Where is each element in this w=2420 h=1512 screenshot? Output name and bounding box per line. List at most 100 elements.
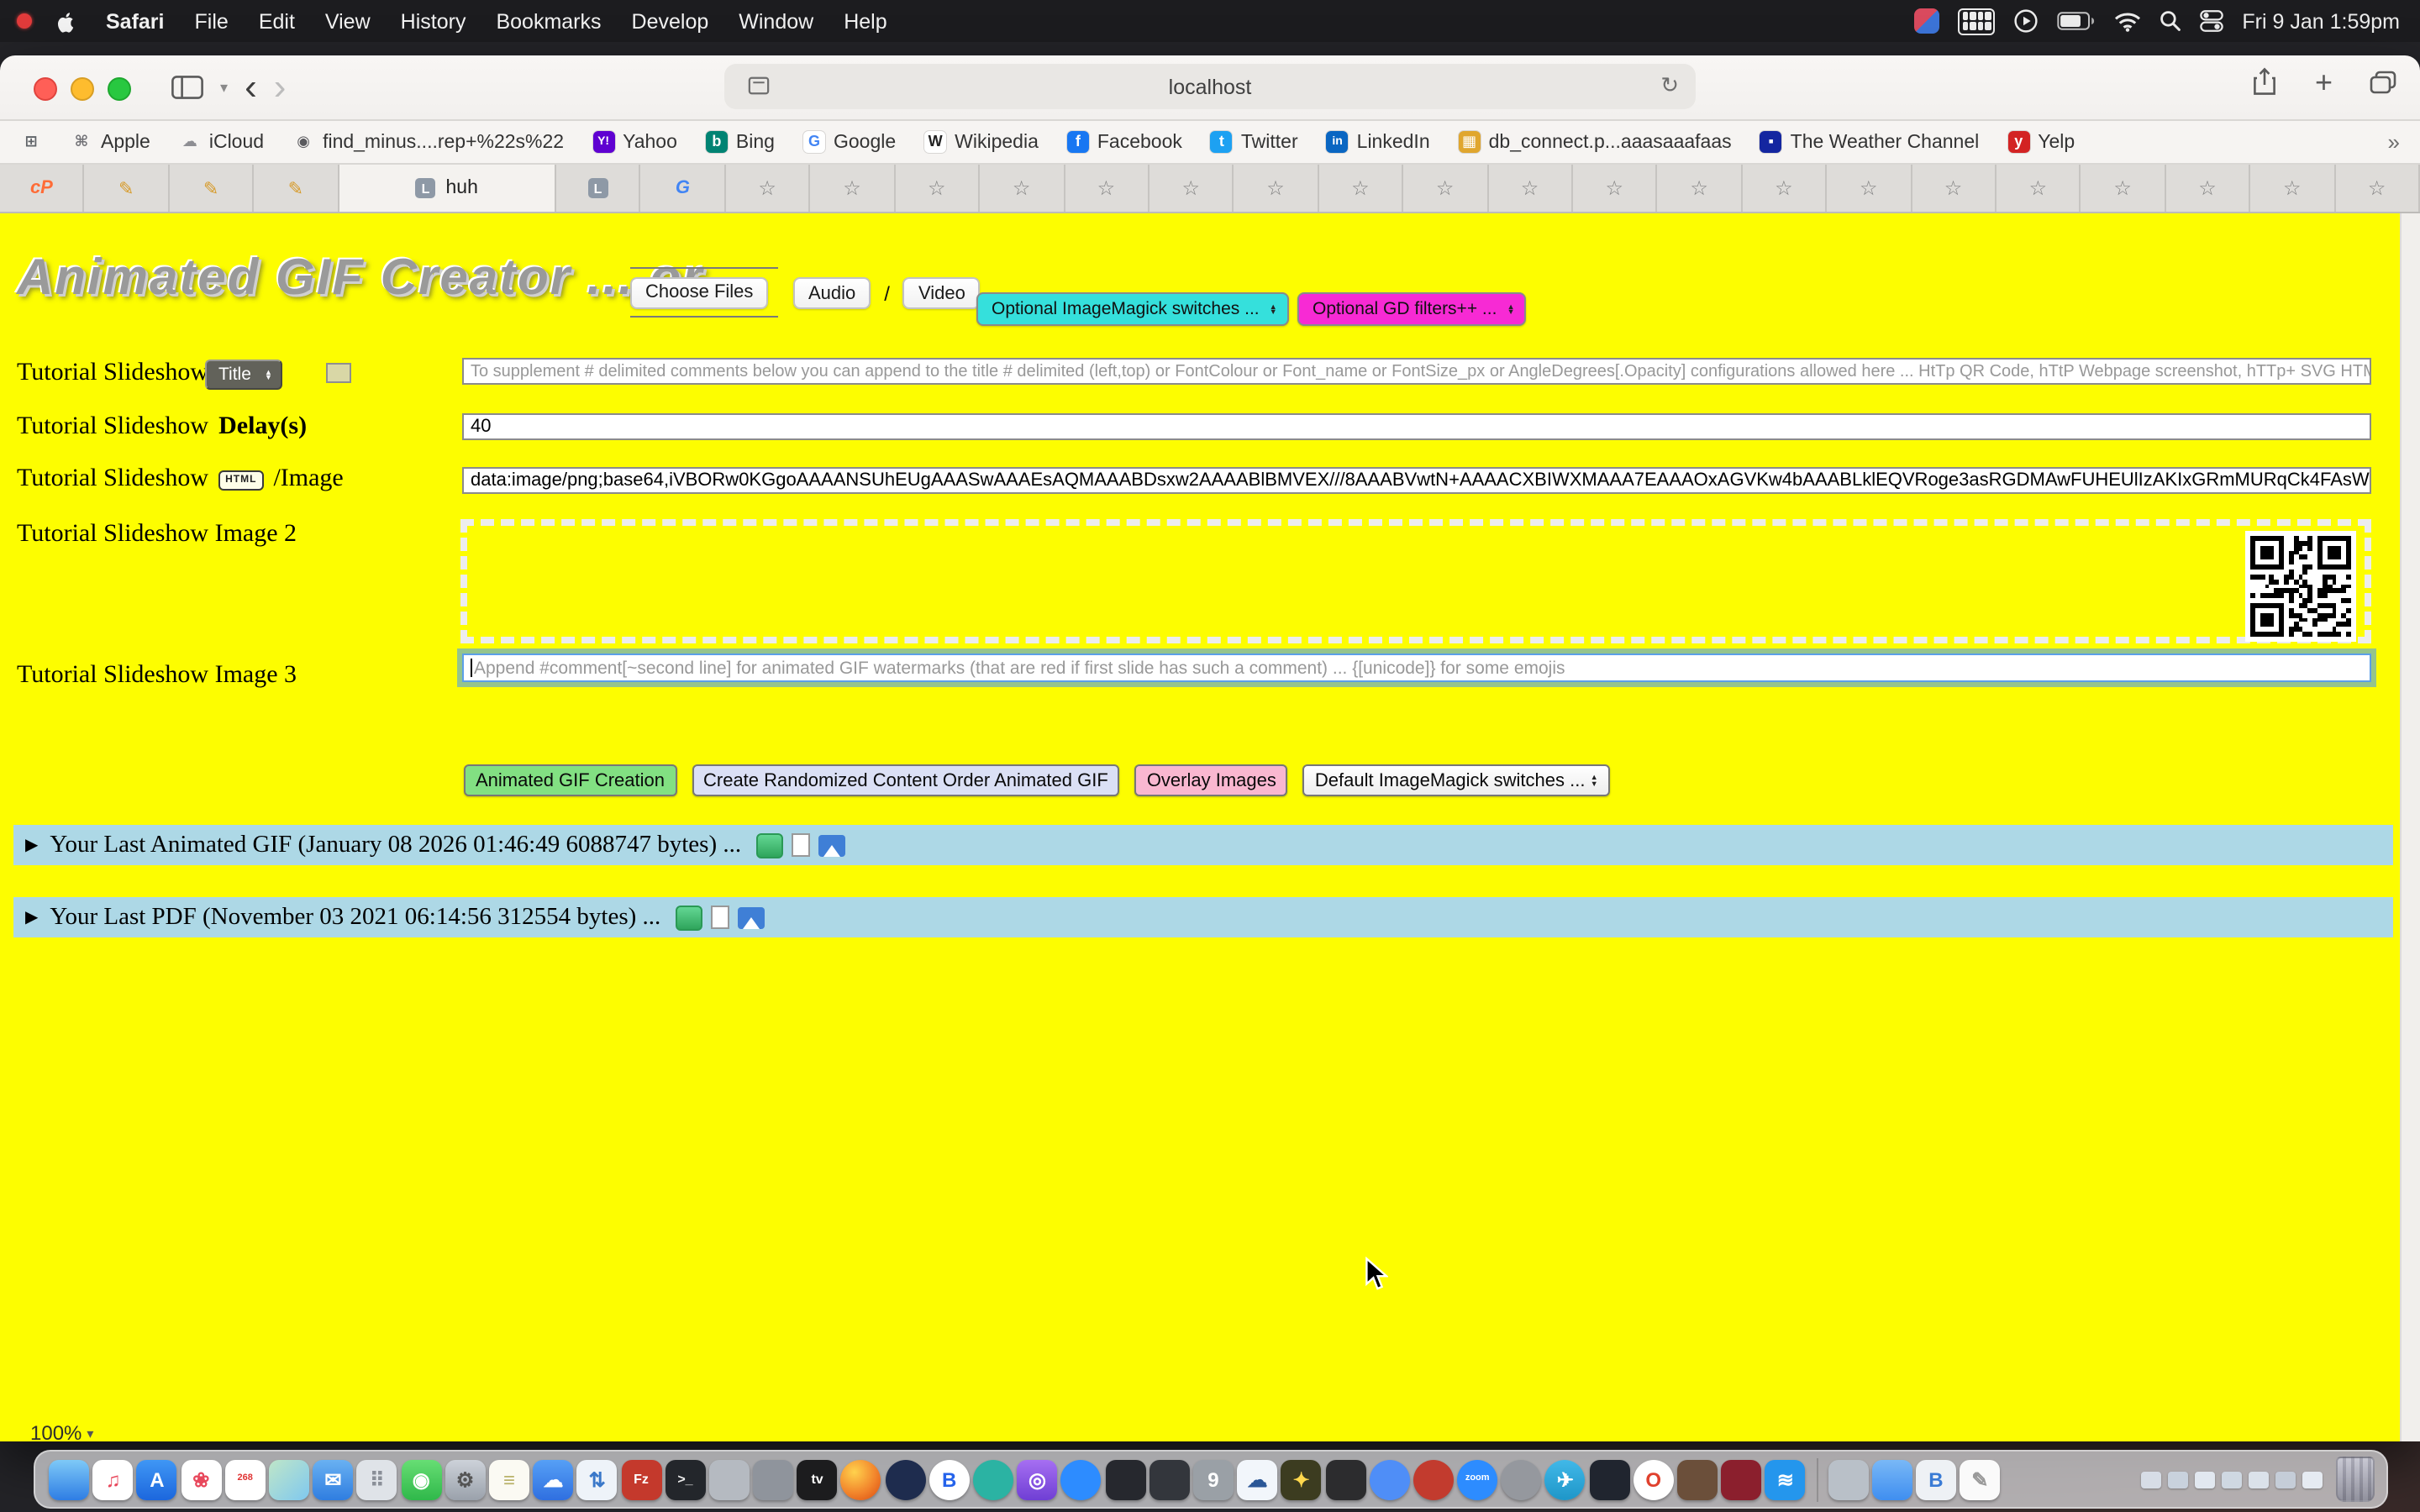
dock-dark-navy-app-icon[interactable] xyxy=(1589,1459,1629,1499)
default-imagemagick-select[interactable]: Default ImageMagick switches ... ▲▼ xyxy=(1303,764,1610,796)
favorite-apple[interactable]: ⌘Apple xyxy=(71,131,150,153)
dock-github-icon[interactable] xyxy=(709,1459,750,1499)
page-format-icon[interactable] xyxy=(748,76,770,96)
menu-item-view[interactable]: View xyxy=(310,9,386,33)
dock-dark-app-3-icon[interactable] xyxy=(1325,1459,1365,1499)
dock-switcher-icon[interactable] xyxy=(1828,1459,1868,1499)
favorite-favorites-grid[interactable]: ⊞ xyxy=(20,131,42,153)
dock-red-circle-app-icon[interactable] xyxy=(1413,1459,1454,1499)
imagemagick-switches-select[interactable]: Optional ImageMagick switches ... ▲▼ xyxy=(976,292,1289,326)
tab-bookmark[interactable]: ☆ xyxy=(1234,165,1319,212)
dock-navy-app-icon[interactable] xyxy=(885,1459,925,1499)
close-window-button[interactable] xyxy=(34,77,57,101)
menu-item-help[interactable]: Help xyxy=(829,9,902,33)
tab-bookmark[interactable]: ☆ xyxy=(1743,165,1828,212)
favorite-twitter[interactable]: tTwitter xyxy=(1211,131,1298,153)
document-icon[interactable] xyxy=(792,833,810,857)
dock-music-icon[interactable]: ♫ xyxy=(93,1459,134,1499)
dock-telegram-icon[interactable]: ✈ xyxy=(1545,1459,1586,1499)
favorite-yahoo[interactable]: Y!Yahoo xyxy=(592,131,677,153)
tab-bookmark[interactable]: ☆ xyxy=(1912,165,1996,212)
image2-dropzone[interactable] xyxy=(460,519,2371,643)
favorite-facebook[interactable]: fFacebook xyxy=(1067,131,1182,153)
tab-bookmark[interactable]: ☆ xyxy=(1827,165,1912,212)
tab-bookmark[interactable]: ☆ xyxy=(2081,165,2166,212)
menubar-app-icon[interactable] xyxy=(1914,8,1939,34)
dock-photos-icon[interactable]: ❀ xyxy=(181,1459,221,1499)
image3-input[interactable]: Append #comment[~second line] for animat… xyxy=(462,654,2371,682)
data-url-input[interactable]: data:image/png;base64,iVBORw0KGgoAAAANSU… xyxy=(462,467,2371,494)
dock-mail-icon[interactable]: ✉ xyxy=(313,1459,353,1499)
dock-blue-circle-app-icon[interactable] xyxy=(1061,1459,1102,1499)
dock-onedrive-icon[interactable]: ☁ xyxy=(1237,1459,1277,1499)
dock-opera-icon[interactable]: O xyxy=(1634,1459,1674,1499)
tab-bookmark[interactable]: ☆ xyxy=(2335,165,2420,212)
menu-item-history[interactable]: History xyxy=(386,9,481,33)
now-playing-icon[interactable] xyxy=(2013,8,2039,34)
html-badge[interactable]: HTML xyxy=(218,470,263,490)
dock-docker-icon[interactable]: ≋ xyxy=(1765,1459,1806,1499)
menu-item-window[interactable]: Window xyxy=(723,9,829,33)
video-button[interactable]: Video xyxy=(903,277,981,309)
dock-teal-app-icon[interactable] xyxy=(973,1459,1013,1499)
tab-bookmark[interactable]: ☆ xyxy=(811,165,896,212)
choose-files-button[interactable]: Choose Files xyxy=(630,276,768,308)
dock-maps-icon[interactable] xyxy=(269,1459,309,1499)
active-app-name[interactable]: Safari xyxy=(91,9,180,33)
audio-button[interactable]: Audio xyxy=(793,277,871,309)
favorite-db-connect[interactable]: ▦db_connect.p...aaasaaafaas xyxy=(1459,131,1732,153)
favorite-linkedin[interactable]: inLinkedIn xyxy=(1327,131,1430,153)
tab-bookmark[interactable]: ☆ xyxy=(2250,165,2335,212)
tab-bookmark[interactable]: ☆ xyxy=(1658,165,1743,212)
minimized-window-icon[interactable] xyxy=(2195,1471,2215,1488)
dock-gray-circle-app-icon[interactable] xyxy=(1502,1459,1542,1499)
dock-podcasts-icon[interactable]: ◎ xyxy=(1017,1459,1057,1499)
dock-launchpad-icon[interactable]: ⠿ xyxy=(357,1459,397,1499)
title-extra-box[interactable] xyxy=(326,363,351,383)
favorite-bing[interactable]: bBing xyxy=(706,131,775,153)
wifi-icon[interactable] xyxy=(2114,11,2141,31)
dock-downloads-folder-icon[interactable] xyxy=(1872,1459,1912,1499)
tab-huh[interactable]: Lhuh xyxy=(339,165,556,212)
favorite-weather-channel[interactable]: ▪The Weather Channel xyxy=(1760,131,1980,153)
forward-button[interactable]: › xyxy=(274,71,287,104)
overlay-images-button[interactable]: Overlay Images xyxy=(1135,764,1288,796)
gif-preview-icon[interactable] xyxy=(676,905,702,930)
tab-bookmark[interactable]: ☆ xyxy=(726,165,811,212)
dock-calendar-icon[interactable]: 268 xyxy=(225,1459,266,1499)
dock-notes-icon[interactable]: ≡ xyxy=(489,1459,529,1499)
dock-app-store-icon[interactable]: A xyxy=(137,1459,177,1499)
minimized-window-icon[interactable] xyxy=(2222,1471,2242,1488)
tab-bookmark[interactable]: ☆ xyxy=(1065,165,1150,212)
dock-finder-icon[interactable] xyxy=(49,1459,89,1499)
document-icon[interactable] xyxy=(711,906,729,929)
menu-item-bookmarks[interactable]: Bookmarks xyxy=(481,9,616,33)
minimize-window-button[interactable] xyxy=(71,77,94,101)
dock-transmit-icon[interactable]: ⇅ xyxy=(577,1459,618,1499)
dock-blue-app-icon[interactable] xyxy=(1369,1459,1409,1499)
tab-bookmark[interactable]: ☆ xyxy=(1150,165,1234,212)
dock-weather-icon[interactable]: ☁ xyxy=(533,1459,573,1499)
menu-bar-clock[interactable]: Fri 9 Jan 1:59pm xyxy=(2242,9,2400,33)
tab-icon[interactable]: G xyxy=(641,165,726,212)
dock-facetime-icon[interactable]: ◉ xyxy=(401,1459,441,1499)
dock-apple-tv-icon[interactable]: tv xyxy=(797,1459,838,1499)
tab-icon[interactable]: ✎ xyxy=(254,165,339,212)
menu-item-develop[interactable]: Develop xyxy=(617,9,724,33)
tab-bookmark[interactable]: ☆ xyxy=(1318,165,1403,212)
minimized-window-icon[interactable] xyxy=(2249,1471,2269,1488)
favorites-overflow-chevron[interactable]: » xyxy=(2388,129,2400,155)
sidebar-toggle-icon[interactable] xyxy=(171,76,203,99)
scrollbar[interactable] xyxy=(2400,213,2420,1441)
dock-bluetooth-icon[interactable]: B xyxy=(1916,1459,1956,1499)
favorite-icloud[interactable]: ☁iCloud xyxy=(179,131,264,153)
spotlight-search-icon[interactable] xyxy=(2160,10,2181,32)
sidebar-chevron-icon[interactable]: ▾ xyxy=(220,78,228,97)
tab-bookmark[interactable]: ☆ xyxy=(1403,165,1488,212)
gd-filters-select[interactable]: Optional GD filters++ ... ▲▼ xyxy=(1297,292,1527,326)
dock-gray-app-icon[interactable] xyxy=(753,1459,793,1499)
favorite-google[interactable]: GGoogle xyxy=(803,131,896,153)
tab-bookmark[interactable]: ☆ xyxy=(895,165,980,212)
image-icon[interactable] xyxy=(818,834,845,856)
tab-bookmark[interactable]: ☆ xyxy=(2166,165,2251,212)
